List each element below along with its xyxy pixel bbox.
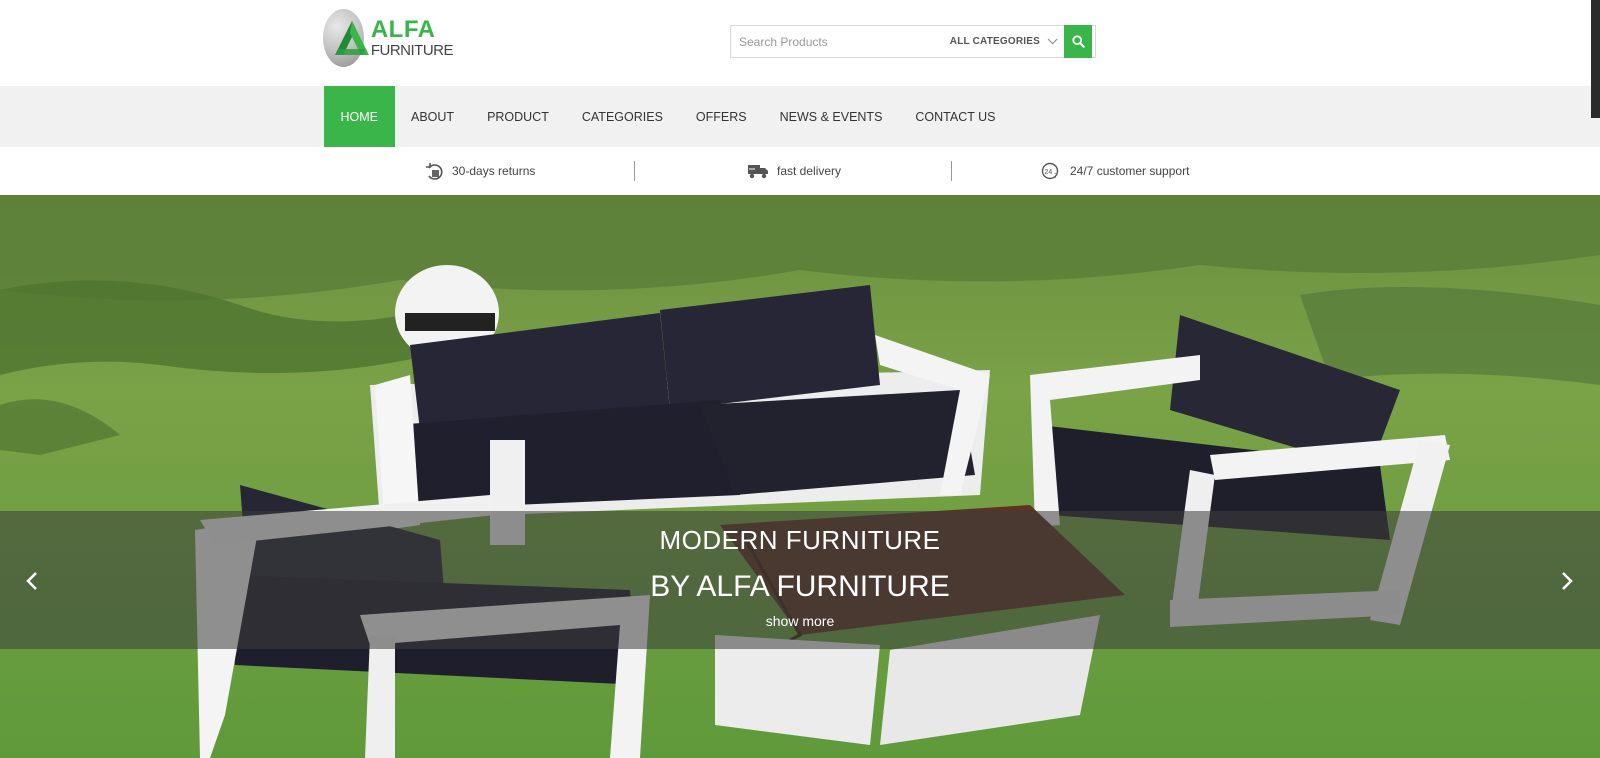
show-more-link[interactable]: show more — [0, 613, 1600, 629]
svg-text:24: 24 — [1045, 169, 1053, 176]
feature-support: 24 7 24/7 customer support — [1040, 147, 1189, 195]
main-nav: HOME ABOUT PRODUCT CATEGORIES OFFERS NEW… — [0, 86, 1600, 147]
scrollbar-thumb[interactable] — [1591, 0, 1600, 118]
slider-next-button[interactable] — [1552, 566, 1582, 596]
category-select[interactable]: ALL CATEGORIES — [946, 26, 1064, 57]
hero-title-line1: MODERN FURNITURE — [659, 525, 941, 555]
feature-divider — [634, 161, 635, 181]
search-bar: ALL CATEGORIES — [730, 25, 1096, 58]
feature-delivery-label: fast delivery — [777, 164, 842, 178]
hero-slider: MODERN FURNITURE BY ALFA FURNITURE show … — [0, 195, 1600, 758]
nav-item-home[interactable]: HOME — [324, 86, 395, 147]
svg-text:7: 7 — [1054, 174, 1058, 180]
nav-item-about[interactable]: ABOUT — [395, 86, 471, 147]
nav-item-product[interactable]: PRODUCT — [471, 86, 566, 147]
logo-tagline: FURNITURE — [370, 42, 454, 59]
nav-item-offers[interactable]: OFFERS — [679, 86, 763, 147]
logo-brand-name: ALFA — [370, 16, 436, 43]
chevron-down-icon — [1047, 34, 1058, 45]
search-icon — [1071, 35, 1085, 48]
chevron-left-icon — [26, 572, 37, 590]
logo-mark-icon — [323, 9, 369, 67]
feature-support-label: 24/7 customer support — [1070, 164, 1190, 178]
returns-icon — [425, 162, 444, 181]
site-header: ALFA FURNITURE ALL CATEGORIES — [0, 0, 1600, 86]
hero-image — [0, 195, 1600, 758]
nav-item-categories[interactable]: CATEGORIES — [565, 86, 679, 147]
slider-prev-button[interactable] — [17, 566, 47, 596]
feature-returns-label: 30-days returns — [452, 164, 536, 178]
nav-item-contact-us[interactable]: CONTACT US — [899, 86, 1012, 147]
category-select-label: ALL CATEGORIES — [949, 36, 1040, 47]
search-input[interactable] — [731, 26, 946, 57]
search-button[interactable] — [1064, 25, 1092, 58]
hero-title-line2: BY ALFA FURNITURE — [650, 570, 950, 603]
feature-delivery: fast delivery — [748, 147, 841, 195]
feature-divider — [951, 161, 952, 181]
features-strip: 30-days returns fast delivery 24 7 24/7 … — [0, 147, 1600, 195]
delivery-truck-icon — [748, 163, 769, 179]
feature-returns: 30-days returns — [425, 147, 535, 195]
chevron-right-icon — [1562, 572, 1573, 590]
nav-item-news-events[interactable]: NEWS & EVENTS — [763, 86, 899, 147]
support-24-7-icon: 24 7 — [1040, 162, 1062, 181]
logo[interactable]: ALFA FURNITURE — [323, 8, 454, 68]
